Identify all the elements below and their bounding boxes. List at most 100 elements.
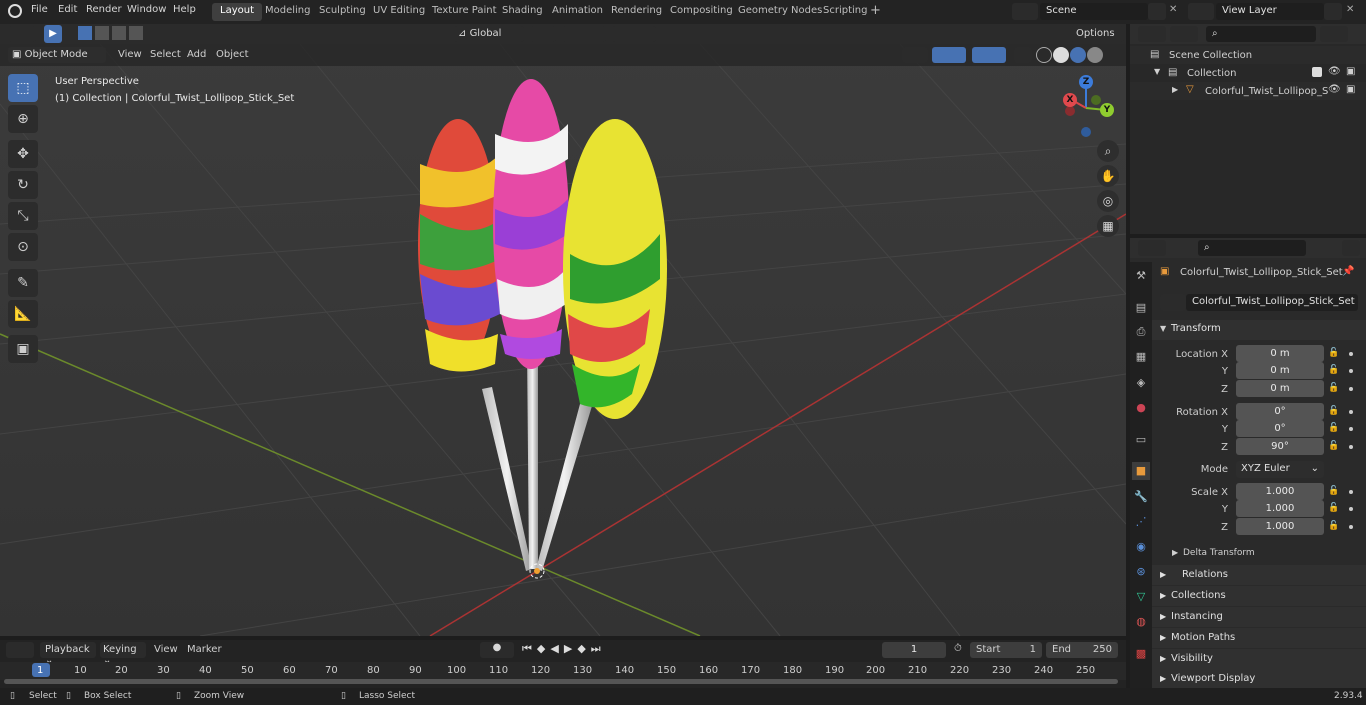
- xray-icon[interactable]: [1014, 47, 1032, 63]
- rotation-z-field[interactable]: 90°: [1236, 438, 1324, 455]
- gizmo-toggle-icon[interactable]: [932, 47, 966, 63]
- eye-icon[interactable]: 👁: [1328, 66, 1341, 77]
- transform-orientation-dropdown[interactable]: ⊿ Global: [454, 26, 524, 42]
- scale-x-field[interactable]: 1.000: [1236, 483, 1324, 500]
- tool-tab-icon[interactable]: ⚒: [1132, 267, 1150, 285]
- close-icon[interactable]: ✕: [1169, 4, 1177, 15]
- tab-compositing[interactable]: Compositing: [662, 3, 741, 21]
- tab-layout[interactable]: Layout: [212, 3, 262, 21]
- camera-icon[interactable]: ◎: [1097, 190, 1119, 212]
- annotate-tool-icon[interactable]: ✎: [8, 269, 38, 297]
- instancing-panel-header[interactable]: ▶ Instancing: [1152, 607, 1366, 627]
- measure-tool-icon[interactable]: 📐: [8, 300, 38, 328]
- scene-field[interactable]: Scene: [1040, 3, 1148, 20]
- object-mode-dropdown[interactable]: ▣ Object Mode: [8, 47, 106, 63]
- move-tool-icon[interactable]: ✥: [8, 140, 38, 168]
- properties-search-input[interactable]: ⌕: [1198, 240, 1306, 256]
- tab-modeling[interactable]: Modeling: [257, 3, 319, 21]
- keyframe-dot-icon[interactable]: [1349, 507, 1353, 511]
- timeline-menu-view[interactable]: View: [154, 644, 178, 655]
- select-box-tool-icon[interactable]: ⬚: [8, 74, 38, 102]
- keyframe-dot-icon[interactable]: [1349, 490, 1353, 494]
- keyframe-dot-icon[interactable]: [1349, 525, 1353, 529]
- constraints-tab-icon[interactable]: ⊛: [1132, 563, 1150, 581]
- viewport-menu-view[interactable]: View: [118, 49, 142, 60]
- blender-logo-icon[interactable]: [8, 4, 22, 18]
- end-frame-field[interactable]: End 250: [1046, 642, 1118, 658]
- cursor-tool-icon[interactable]: ⊕: [8, 105, 38, 133]
- tab-animation[interactable]: Animation: [544, 3, 611, 21]
- collection-tab-icon[interactable]: ▭: [1132, 431, 1150, 449]
- select-tool-icon[interactable]: ▶: [44, 25, 62, 43]
- visibility-filter-icon[interactable]: [902, 47, 928, 63]
- menu-edit[interactable]: Edit: [58, 4, 77, 15]
- relations-panel-header[interactable]: ▶ Relations: [1152, 565, 1366, 585]
- timeline-menu-marker[interactable]: Marker: [187, 644, 222, 655]
- transform-tool-icon[interactable]: ⊙: [8, 233, 38, 261]
- keyframe-dot-icon[interactable]: [1349, 369, 1353, 373]
- jump-end-icon[interactable]: ⏭: [591, 642, 606, 655]
- outliner-row[interactable]: ▤ Scene Collection: [1130, 46, 1366, 64]
- location-x-field[interactable]: 0 m: [1236, 345, 1324, 362]
- outliner-search-input[interactable]: ⌕: [1206, 26, 1316, 42]
- keying-dropdown[interactable]: Keying ⌄: [100, 642, 146, 666]
- jump-start-icon[interactable]: ⏮: [522, 642, 537, 655]
- tab-scripting[interactable]: Scripting: [815, 3, 875, 21]
- keyframe-dot-icon[interactable]: [1349, 352, 1353, 356]
- lock-icon[interactable]: 🔓: [1328, 365, 1339, 375]
- timeline-editor-icon[interactable]: [6, 642, 34, 658]
- pivot-icon[interactable]: [530, 26, 556, 42]
- data-tab-icon[interactable]: ▽: [1132, 588, 1150, 606]
- tab-texture-paint[interactable]: Texture Paint: [424, 3, 505, 21]
- physics-tab-icon[interactable]: ◉: [1132, 538, 1150, 556]
- menu-render[interactable]: Render: [86, 4, 122, 15]
- tab-shading[interactable]: Shading: [494, 3, 551, 21]
- play-reverse-icon[interactable]: ◀: [550, 642, 563, 655]
- visibility-panel-header[interactable]: ▶ Visibility: [1152, 649, 1366, 669]
- menu-help[interactable]: Help: [173, 4, 196, 15]
- lock-icon[interactable]: 🔓: [1328, 406, 1339, 416]
- rotation-x-field[interactable]: 0°: [1236, 403, 1324, 420]
- play-icon[interactable]: ▶: [564, 642, 577, 655]
- add-workspace-icon[interactable]: +: [870, 3, 881, 18]
- lock-icon[interactable]: 🔓: [1328, 441, 1339, 451]
- world-tab-icon[interactable]: ●: [1132, 399, 1150, 417]
- chevron-down-icon[interactable]: ▼: [1154, 67, 1160, 76]
- collections-panel-header[interactable]: ▶ Collections: [1152, 586, 1366, 606]
- rotation-mode-dropdown[interactable]: XYZ Euler ⌄: [1236, 461, 1324, 478]
- eye-icon[interactable]: 👁: [1328, 84, 1341, 95]
- outliner-row[interactable]: ▶ ▽ Colorful_Twist_Lollipop_S 👁 ▣: [1130, 82, 1366, 100]
- keyframe-dot-icon[interactable]: [1349, 427, 1353, 431]
- outliner-row[interactable]: ▼ ▤ Collection 👁 ▣: [1130, 64, 1366, 82]
- output-tab-icon[interactable]: ⎙: [1132, 323, 1150, 341]
- viewport-menu-select[interactable]: Select: [150, 49, 181, 60]
- close-icon[interactable]: ✕: [1346, 4, 1354, 15]
- options-dropdown[interactable]: Options ⌄: [1070, 26, 1124, 50]
- keyframe-dot-icon[interactable]: [1349, 387, 1353, 391]
- viewport-display-panel-header[interactable]: ▶ Viewport Display: [1152, 669, 1366, 688]
- scene-tab-icon[interactable]: ◈: [1132, 374, 1150, 392]
- stopwatch-icon[interactable]: ⏱: [954, 643, 962, 654]
- scene-icon[interactable]: [1012, 3, 1038, 20]
- grid-icon[interactable]: ▦: [1097, 215, 1119, 237]
- object-tab-icon[interactable]: ■: [1132, 462, 1150, 480]
- lock-icon[interactable]: 🔓: [1328, 503, 1339, 513]
- new-layer-icon[interactable]: [1324, 3, 1342, 20]
- object-name-field[interactable]: Colorful_Twist_Lollipop_Stick_Set: [1186, 294, 1358, 311]
- record-icon[interactable]: ●: [480, 642, 514, 658]
- pan-hand-icon[interactable]: ✋: [1097, 165, 1119, 187]
- playback-controls[interactable]: ⏮◆◀▶◆⏭: [522, 642, 630, 658]
- location-y-field[interactable]: 0 m: [1236, 362, 1324, 379]
- transform-panel-header[interactable]: ▼ Transform: [1152, 320, 1366, 340]
- datablock-icon[interactable]: [1160, 294, 1186, 311]
- lock-icon[interactable]: 🔓: [1328, 383, 1339, 393]
- next-key-icon[interactable]: ◆: [577, 642, 590, 655]
- viewport-menu-object[interactable]: Object: [216, 49, 249, 60]
- tab-uv-editing[interactable]: UV Editing: [365, 3, 433, 21]
- display-mode-icon[interactable]: [1170, 26, 1198, 42]
- material-tab-icon[interactable]: ◍: [1132, 613, 1150, 631]
- rotation-y-field[interactable]: 0°: [1236, 420, 1324, 437]
- chevron-right-icon[interactable]: ▶: [1172, 85, 1178, 94]
- axis-x-label[interactable]: X: [1063, 93, 1077, 107]
- add-cube-tool-icon[interactable]: ▣: [8, 335, 38, 363]
